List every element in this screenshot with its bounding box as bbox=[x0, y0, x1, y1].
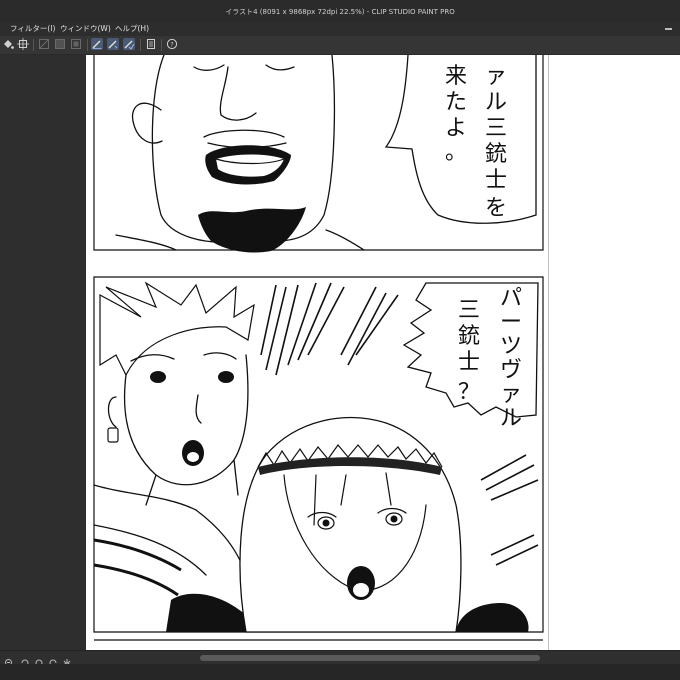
speech-text-p2-right-2: ー bbox=[500, 310, 522, 335]
minimize-icon[interactable] bbox=[665, 28, 672, 30]
speech-text-col2-1: 来 bbox=[445, 64, 467, 89]
menu-window[interactable]: ウィンドウ(W) bbox=[60, 22, 111, 36]
canvas-area[interactable]: ァ ル 三 銃 士 を 来 た よ 。 パ ー ツ ヴ ァ ル 三 銃 士 ？ bbox=[86, 55, 680, 650]
speech-text-p2-right-3: ツ bbox=[500, 334, 522, 359]
zoom-out-icon[interactable] bbox=[4, 653, 14, 666]
manga-page[interactable]: ァ ル 三 銃 士 を 来 た よ 。 パ ー ツ ヴ ァ ル 三 銃 士 ？ bbox=[86, 55, 680, 650]
toolbar-separator bbox=[140, 39, 141, 51]
speech-text-p2-right-6: ル bbox=[500, 406, 522, 431]
transform-icon[interactable] bbox=[17, 38, 29, 50]
rotate-right-icon[interactable] bbox=[48, 653, 58, 667]
title-bar: イラスト4 (8091 x 9868px 72dpi 22.5%) - CLIP… bbox=[0, 0, 680, 22]
pen-active-icon[interactable] bbox=[91, 38, 103, 50]
window-title: イラスト4 (8091 x 9868px 72dpi 22.5%) - CLIP… bbox=[225, 8, 455, 16]
speech-text-p2-right-5: ァ bbox=[500, 382, 522, 407]
speech-text-col1-2: ル bbox=[485, 90, 507, 115]
svg-text:?: ? bbox=[170, 40, 173, 48]
speech-text-col2-4: 。 bbox=[445, 140, 467, 165]
fill-gray-icon[interactable] bbox=[54, 38, 66, 50]
bottom-bar bbox=[0, 664, 680, 680]
scrollbar-thumb[interactable] bbox=[200, 655, 540, 661]
menu-filter[interactable]: フィルター(I) bbox=[10, 22, 55, 36]
menu-bar: フィルター(I) ウィンドウ(W) ヘルプ(H) bbox=[0, 22, 680, 36]
speech-text-p2-right-4: ヴ bbox=[500, 358, 522, 383]
pen-tool-icon[interactable] bbox=[107, 38, 119, 50]
speech-text-col1-4: 銃 bbox=[485, 142, 507, 167]
speech-text-col1-5: 士 bbox=[485, 168, 507, 193]
pen-check-icon[interactable] bbox=[123, 38, 135, 50]
clear-icon[interactable] bbox=[38, 38, 50, 50]
speech-text-p2-left-3: 士 bbox=[458, 350, 480, 375]
fill-icon[interactable] bbox=[2, 38, 14, 50]
page-bleed-line bbox=[548, 55, 549, 650]
toolbar-separator bbox=[87, 39, 88, 51]
menu-help[interactable]: ヘルプ(H) bbox=[115, 22, 149, 36]
speech-text-col1-6: を bbox=[485, 196, 507, 221]
speech-text-p2-left-4: ？ bbox=[458, 380, 480, 405]
toolbar-separator bbox=[161, 39, 162, 51]
layer-panel-icon[interactable] bbox=[145, 38, 157, 50]
speech-text-col2-2: た bbox=[445, 90, 467, 115]
manga-artwork: ァ ル 三 銃 士 を 来 た よ 。 パ ー ツ ヴ ァ ル 三 銃 士 ？ bbox=[93, 55, 544, 641]
rotate-left-icon[interactable] bbox=[20, 653, 30, 667]
horizontal-scrollbar[interactable] bbox=[100, 655, 660, 661]
toolbar-separator bbox=[33, 39, 34, 51]
left-workspace-panel bbox=[0, 55, 86, 650]
command-bar: ? bbox=[0, 36, 680, 55]
status-bar bbox=[0, 650, 680, 667]
flip-icon[interactable] bbox=[62, 653, 72, 667]
speech-text-p2-left-2: 銃 bbox=[458, 324, 480, 349]
help-icon[interactable]: ? bbox=[166, 38, 178, 50]
speech-text-p2-left-1: 三 bbox=[458, 298, 480, 323]
speech-text-p2-right-1: パ bbox=[500, 286, 522, 311]
fill-selection-icon[interactable] bbox=[70, 38, 82, 50]
speech-text-col1-1: ァ bbox=[485, 64, 507, 89]
speech-text-col1-3: 三 bbox=[485, 116, 507, 141]
speech-text-col2-3: よ bbox=[445, 116, 467, 141]
rotate-reset-icon[interactable] bbox=[34, 653, 44, 667]
